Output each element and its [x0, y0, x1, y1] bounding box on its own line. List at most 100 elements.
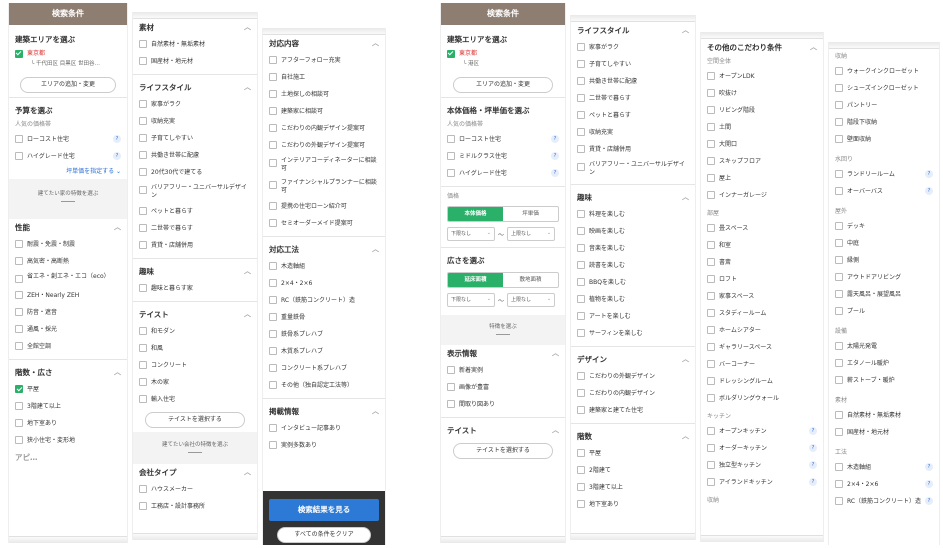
checkbox-icon[interactable] — [835, 307, 843, 315]
checkbox-icon[interactable] — [707, 360, 715, 368]
help-icon[interactable]: ? — [551, 135, 559, 143]
checkbox-icon[interactable] — [139, 134, 147, 142]
checkbox-item[interactable]: 20代30代で建てる — [133, 164, 257, 181]
checkbox-item[interactable]: インテリアコーディネーターに相談可 — [263, 154, 385, 176]
checkbox-icon[interactable] — [577, 261, 585, 269]
checkbox-icon[interactable] — [139, 151, 147, 159]
area-change-button[interactable]: エリアの追加・変更 — [20, 77, 116, 93]
checkbox-icon[interactable] — [835, 290, 843, 298]
checkbox-item[interactable]: RC（鉄筋コンクリート）造 — [263, 292, 385, 309]
checkbox-item[interactable]: 実例多数あり — [263, 437, 385, 454]
checkbox-item[interactable]: 太陽光発電 — [829, 338, 939, 355]
checkbox-icon[interactable] — [447, 152, 455, 160]
checkbox-icon[interactable] — [577, 43, 585, 51]
help-icon[interactable]: ? — [113, 152, 121, 160]
checkbox-icon[interactable] — [707, 157, 715, 165]
checkbox-item[interactable]: 国産材・地元材 — [133, 53, 257, 70]
checkbox-item[interactable]: リビング階段 — [701, 102, 823, 119]
checkbox-item[interactable]: オープンキッチン? — [701, 423, 823, 440]
checkbox-icon[interactable] — [269, 262, 277, 270]
size-max-select[interactable]: 上限なし — [507, 293, 556, 307]
size-tab-land[interactable]: 敷地面積 — [503, 273, 558, 287]
checkbox-icon[interactable] — [707, 478, 715, 486]
checkbox-icon[interactable] — [269, 347, 277, 355]
checkbox-item[interactable]: サーフィンを楽しむ — [571, 325, 695, 342]
checkbox-icon[interactable] — [835, 222, 843, 230]
checkbox-item[interactable]: ランドリールーム? — [829, 166, 939, 183]
taste-select-button[interactable]: テイストを選択する — [145, 412, 245, 428]
checkbox-item[interactable]: こだわりの内観デザイン提案可 — [263, 120, 385, 137]
checkbox-icon[interactable] — [707, 309, 715, 317]
checkbox-item[interactable]: ミドルクラス住宅? — [441, 148, 565, 165]
checkbox-item[interactable]: 木の家 — [133, 374, 257, 391]
checkbox-icon[interactable] — [15, 342, 23, 350]
checkbox-item[interactable]: 子育てしやすい — [571, 56, 695, 73]
checkbox-icon[interactable] — [139, 100, 147, 108]
area-pref-checkbox[interactable]: 東京都 — [441, 48, 565, 60]
floor-section-title[interactable]: 階数・広さ ︿ — [9, 364, 127, 381]
checkbox-icon[interactable] — [269, 90, 277, 98]
help-icon[interactable]: ? — [809, 427, 817, 435]
checkbox-icon[interactable] — [139, 117, 147, 125]
checkbox-item[interactable]: 家事がラク — [133, 96, 257, 113]
checkbox-icon[interactable] — [707, 106, 715, 114]
checkbox-item[interactable]: オーダーキッチン? — [701, 440, 823, 457]
checkbox-item[interactable]: 子育てしやすい — [133, 130, 257, 147]
checkbox-icon[interactable] — [269, 159, 277, 167]
checkbox-icon[interactable] — [577, 210, 585, 218]
checkbox-icon[interactable] — [835, 359, 843, 367]
checkbox-icon[interactable] — [269, 141, 277, 149]
checkbox-item[interactable]: 自然素材・無垢素材 — [133, 36, 257, 53]
checkbox-item[interactable]: バリアフリー・ユニバーサルデザイン — [133, 181, 257, 203]
checkbox-item[interactable]: 3階建て以上 — [571, 479, 695, 496]
checkbox-icon[interactable] — [707, 343, 715, 351]
checkbox-item[interactable]: ハイグレード住宅? — [441, 165, 565, 182]
checkbox-item[interactable]: 間取り図あり — [441, 396, 565, 413]
checkbox-item[interactable]: 地下室あり — [9, 415, 127, 432]
checkbox-icon[interactable] — [139, 40, 147, 48]
perf-section-title[interactable]: 性能 ︿ — [9, 219, 127, 236]
checkbox-item[interactable]: デッキ — [829, 218, 939, 235]
checkbox-icon[interactable] — [269, 313, 277, 321]
checkbox-icon[interactable] — [269, 219, 277, 227]
checkbox-item[interactable]: 通風・採光 — [9, 321, 127, 338]
size-tab-floor[interactable]: 延床面積 — [448, 273, 503, 287]
checkbox-icon[interactable] — [269, 181, 277, 189]
checkbox-icon[interactable] — [707, 292, 715, 300]
area-pref-checkbox[interactable]: 東京都 — [9, 48, 127, 60]
checkbox-item[interactable]: ドレッシングルーム — [701, 373, 823, 390]
checkbox-item[interactable]: 省エネ・創エネ・エコ（eco） — [9, 270, 127, 287]
checkbox-item[interactable]: 平屋 — [571, 445, 695, 462]
checkbox-icon[interactable] — [835, 84, 843, 92]
checkbox-item[interactable]: 工務店・設計事務所 — [133, 498, 257, 515]
checkbox-icon[interactable] — [835, 239, 843, 247]
checkbox-icon[interactable] — [835, 67, 843, 75]
checkbox-icon[interactable] — [139, 327, 147, 335]
checkbox-item[interactable]: インナーガレージ — [701, 187, 823, 204]
tsubo-link[interactable]: 坪単価を指定する ⌄ — [9, 165, 127, 179]
checkbox-item[interactable]: 輸入住宅 — [133, 391, 257, 408]
checkbox-icon[interactable] — [269, 364, 277, 372]
taste-section-title[interactable]: テイスト ︿ — [133, 306, 257, 323]
checkbox-icon[interactable] — [577, 372, 585, 380]
checkbox-item[interactable]: 提携の住宅ローン紹介可 — [263, 198, 385, 215]
checkbox-icon[interactable] — [835, 480, 843, 488]
checkbox-item[interactable]: 防音・遮音 — [9, 304, 127, 321]
checkbox-icon[interactable] — [835, 101, 843, 109]
checkbox-item[interactable]: コンクリート系プレハブ — [263, 360, 385, 377]
price-max-select[interactable]: 上限なし — [507, 227, 556, 241]
checkbox-icon[interactable] — [139, 502, 147, 510]
checkbox-icon[interactable] — [577, 145, 585, 153]
checkbox-item[interactable]: 壁面収納 — [829, 131, 939, 148]
price-tab-body[interactable]: 本体価格 — [448, 207, 503, 221]
checkbox-icon[interactable] — [269, 107, 277, 115]
checkbox-item[interactable]: こだわりの外観デザイン提案可 — [263, 137, 385, 154]
checkbox-item[interactable]: 建築家と建てた住宅 — [571, 402, 695, 419]
checkbox-item[interactable]: 大開口 — [701, 136, 823, 153]
checkbox-icon[interactable] — [707, 123, 715, 131]
support-section-title[interactable]: 対応内容 ︿ — [263, 35, 385, 52]
checkbox-icon[interactable] — [577, 449, 585, 457]
checkbox-icon[interactable] — [447, 135, 455, 143]
checkbox-icon[interactable] — [707, 191, 715, 199]
checkbox-icon[interactable] — [835, 411, 843, 419]
